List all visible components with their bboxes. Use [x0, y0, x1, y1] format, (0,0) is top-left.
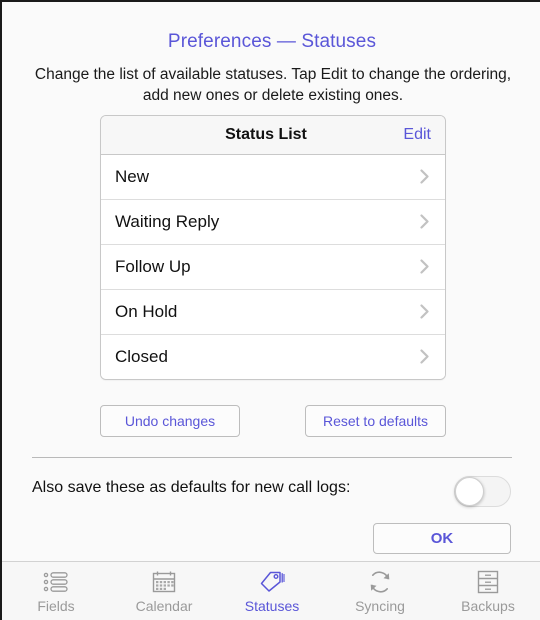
page-title: Preferences — Statuses — [167, 31, 377, 52]
status-row-label: New — [115, 167, 150, 186]
refresh-sync-icon — [365, 568, 395, 596]
undo-changes-button[interactable]: Undo changes — [100, 405, 240, 437]
reset-to-defaults-button[interactable]: Reset to defaults — [305, 405, 446, 437]
tab-backups[interactable]: Backups — [434, 562, 540, 620]
chevron-right-icon — [420, 349, 429, 364]
toggle-knob — [455, 477, 484, 506]
tag-icon — [257, 568, 287, 596]
preferences-screen: Preferences — Statuses Change the list o… — [0, 0, 540, 620]
status-row-closed[interactable]: Closed — [101, 335, 445, 379]
tab-label: Statuses — [244, 598, 300, 614]
tab-label: Fields — [37, 598, 75, 614]
status-list-card: Status List Edit New Waiting Reply Follo… — [100, 115, 446, 380]
status-row-follow-up[interactable]: Follow Up — [101, 245, 445, 290]
ok-button[interactable]: OK — [373, 523, 511, 554]
save-defaults-toggle[interactable] — [454, 476, 511, 507]
status-row-label: Closed — [115, 347, 168, 366]
list-bullets-icon — [41, 568, 71, 596]
chevron-right-icon — [420, 304, 429, 319]
tab-label: Syncing — [355, 598, 405, 614]
chevron-right-icon — [420, 169, 429, 184]
status-list-header: Status List Edit — [101, 116, 445, 155]
save-defaults-label: Also save these as defaults for new call… — [32, 479, 351, 496]
tab-fields[interactable]: Fields — [2, 562, 110, 620]
status-row-new[interactable]: New — [101, 155, 445, 200]
tab-label: Backups — [461, 598, 515, 614]
file-cabinet-icon — [473, 568, 503, 596]
edit-button[interactable]: Edit — [403, 126, 431, 144]
tab-label: Calendar — [135, 598, 193, 614]
page-description: Change the list of available statuses. T… — [34, 66, 512, 104]
status-row-label: Follow Up — [115, 257, 191, 276]
calendar-icon — [149, 568, 179, 596]
status-row-on-hold[interactable]: On Hold — [101, 290, 445, 335]
status-row-waiting-reply[interactable]: Waiting Reply — [101, 200, 445, 245]
section-divider — [32, 457, 512, 458]
tab-statuses[interactable]: Statuses — [218, 562, 326, 620]
tab-calendar[interactable]: Calendar — [110, 562, 218, 620]
status-list-title: Status List — [225, 126, 307, 143]
status-row-label: On Hold — [115, 302, 178, 321]
status-row-label: Waiting Reply — [115, 212, 220, 231]
tab-bar: Fields Calendar Statuses Syncing Backups — [2, 561, 540, 620]
tab-syncing[interactable]: Syncing — [326, 562, 434, 620]
chevron-right-icon — [420, 214, 429, 229]
chevron-right-icon — [420, 259, 429, 274]
